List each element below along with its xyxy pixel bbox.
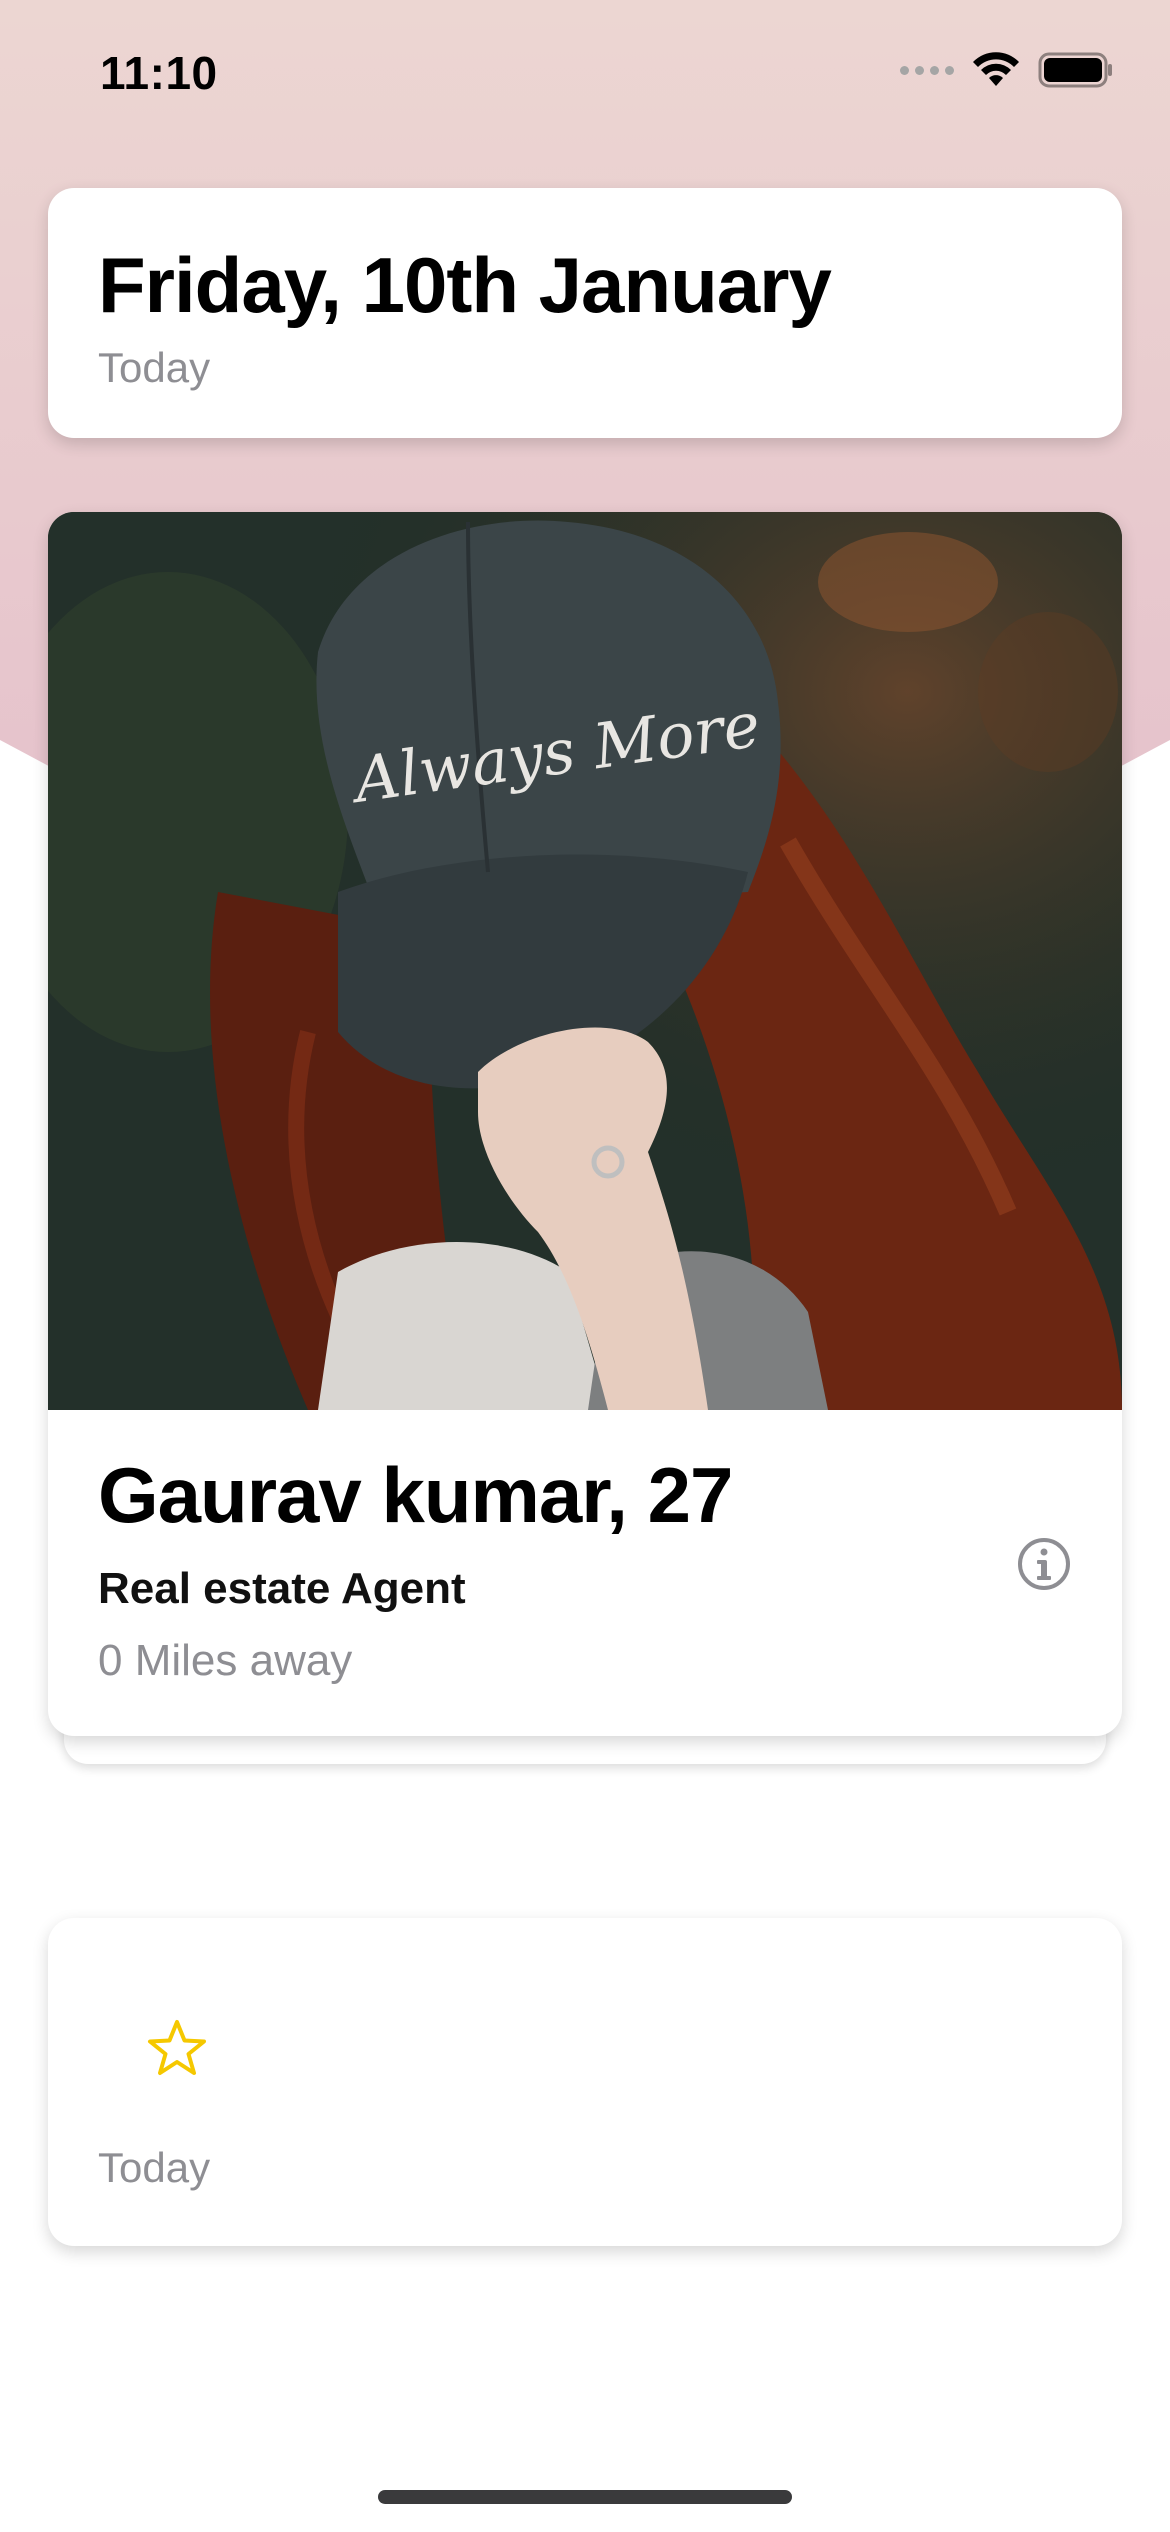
favorites-subtitle: Today <box>98 2144 211 2191</box>
favorites-card[interactable]: Today <box>48 1918 1122 2246</box>
info-icon[interactable] <box>1016 1536 1072 1592</box>
cellular-signal-icon <box>900 65 954 75</box>
date-subtitle: Today <box>98 344 211 391</box>
star-icon[interactable] <box>146 2018 208 2080</box>
profile-photo: Always More <box>48 512 1122 1410</box>
status-bar: 11:10 <box>0 0 1170 140</box>
status-icons <box>900 52 1114 88</box>
wifi-icon <box>973 52 1019 86</box>
battery-icon <box>1038 52 1112 88</box>
home-indicator[interactable] <box>378 2490 792 2504</box>
status-time: 11:10 <box>100 47 218 99</box>
profile-distance: 0 Miles away <box>98 1636 353 1685</box>
date-card: Friday, 10th January Today <box>48 188 1122 438</box>
date-title: Friday, 10th January <box>98 241 832 329</box>
profile-card[interactable]: Always More Gaurav kumar, 27 Real estate… <box>48 512 1122 1736</box>
profile-name: Gaurav kumar, 27 <box>98 1451 733 1539</box>
profile-occupation: Real estate Agent <box>98 1564 466 1613</box>
